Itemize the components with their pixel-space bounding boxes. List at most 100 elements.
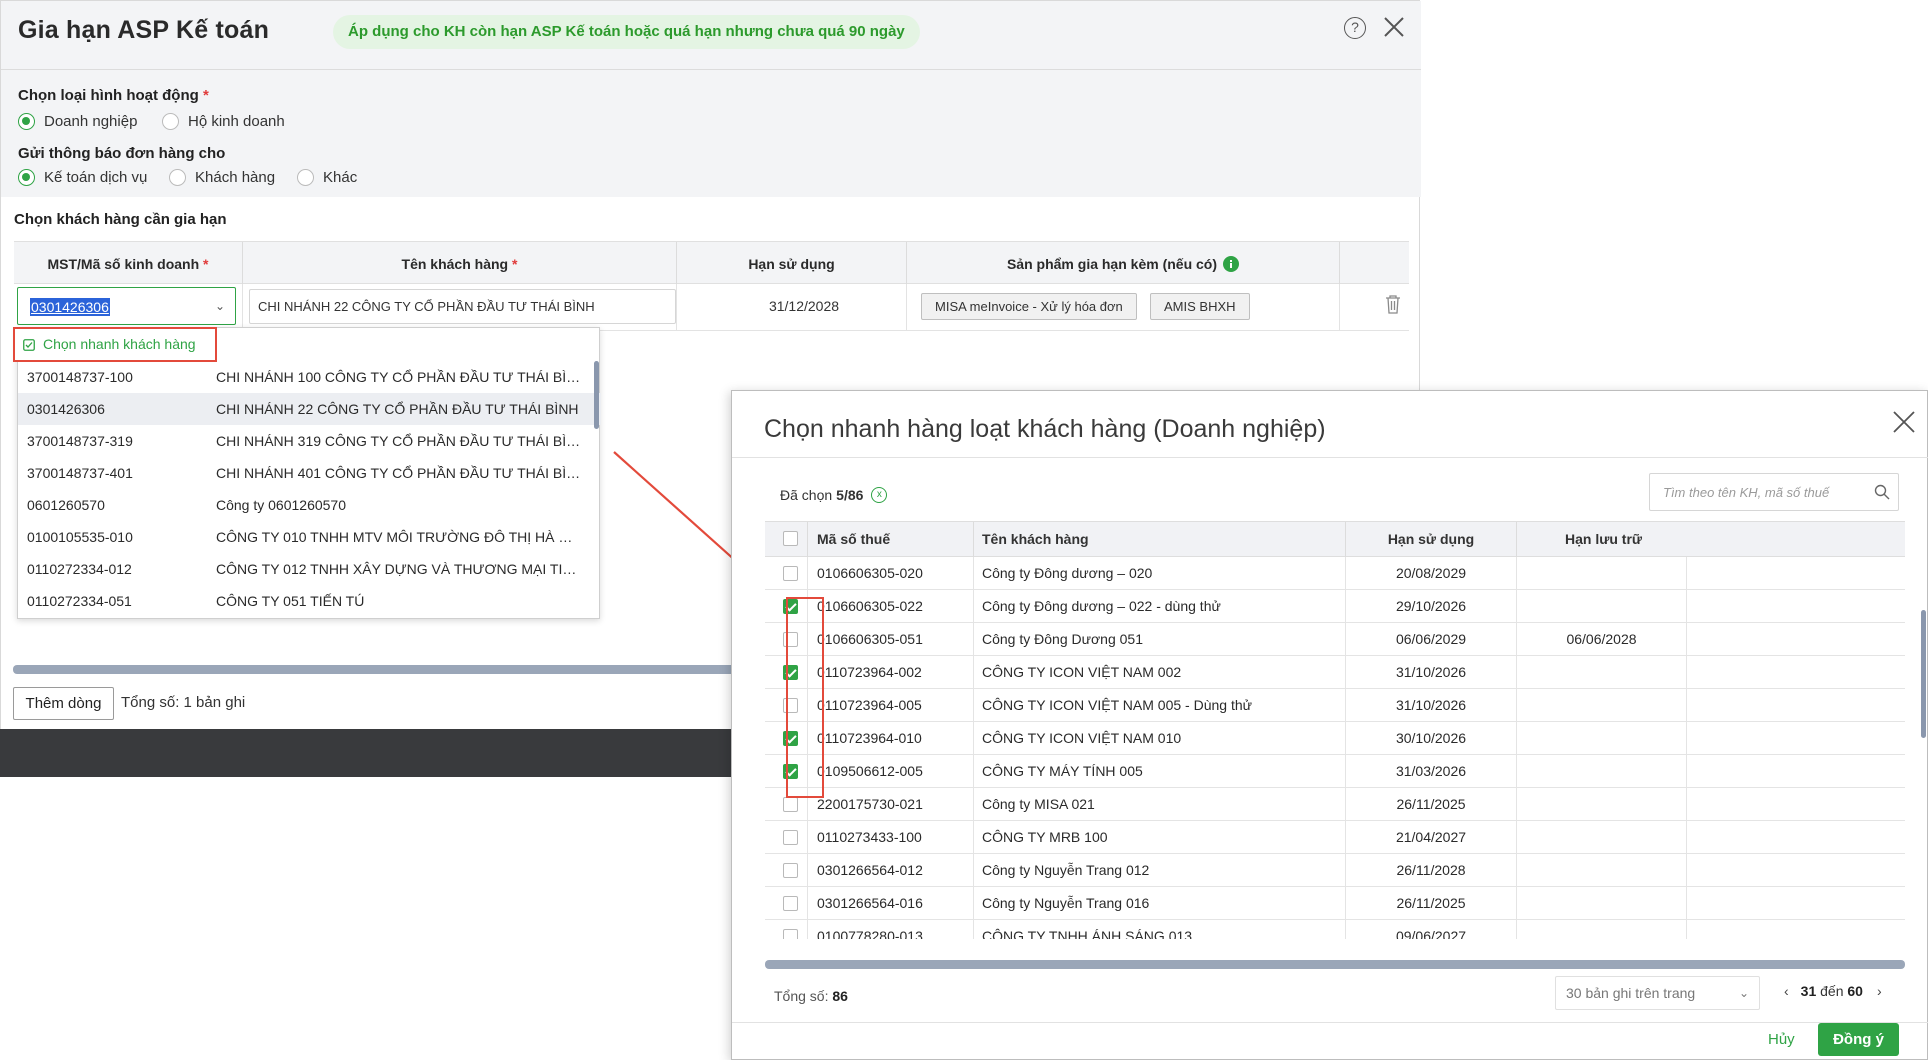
select-all-checkbox[interactable] (783, 531, 798, 546)
notify-label: Gửi thông báo đơn hàng cho (18, 145, 226, 162)
cell-expiry: 31/10/2026 (1346, 689, 1517, 721)
radio-business[interactable]: Doanh nghiệp (18, 113, 137, 130)
cell-storage: 06/06/2028 (1517, 623, 1687, 655)
required-mark: * (203, 255, 209, 272)
ok-button[interactable]: Đồng ý (1818, 1023, 1899, 1056)
page-size-select[interactable]: 30 bản ghi trên trang ⌄ (1555, 976, 1760, 1010)
radio-other[interactable]: Khác (297, 169, 357, 186)
modal-total: Tổng số: 86 (774, 988, 848, 1004)
row-checkbox-cell (765, 920, 808, 939)
cell-customer-name: CÔNG TY ICON VIỆT NAM 010 (974, 722, 1346, 754)
search-icon[interactable] (1874, 484, 1890, 500)
bulk-pick-modal: Chọn nhanh hàng loạt khách hàng (Doanh n… (731, 390, 1928, 1060)
table-row[interactable]: 0110723964-002 CÔNG TY ICON VIỆT NAM 002 3… (765, 656, 1905, 689)
dropdown-item[interactable]: 0601260570 Công ty 0601260570 (18, 489, 601, 521)
table-row[interactable]: 0301266564-012 Công ty Nguyễn Trang 012 26… (765, 854, 1905, 887)
clear-selection-icon[interactable]: x (871, 487, 888, 503)
table-row[interactable]: 0109506612-005 CÔNG TY MÁY TÍNH 005 31/03/… (765, 755, 1905, 788)
table-row[interactable]: 0100778280-013 CÔNG TY TNHH ÁNH SÁNG 013 0… (765, 920, 1905, 939)
col-name-label: Tên khách hàng (401, 255, 509, 272)
cell-expiry: 26/11/2025 (1346, 788, 1517, 820)
cell-tax-code: 0109506612-005 (808, 755, 974, 787)
cancel-button[interactable]: Hủy (1768, 1031, 1795, 1048)
checked-rows-highlight (786, 597, 824, 798)
customer-table: Mã số thuế Tên khách hàng Hạn sử dụng Hạ… (765, 521, 1905, 939)
cell-tax-code: 0110723964-010 (808, 722, 974, 754)
table-row[interactable]: 0301266564-016 Công ty Nguyễn Trang 016 26… (765, 887, 1905, 920)
customer-name-field[interactable]: CHI NHÁNH 22 CÔNG TY CỔ PHẦN ĐẦU TƯ THÁI… (249, 289, 676, 324)
prev-page-icon[interactable]: ‹ (1784, 983, 1789, 999)
table-vertical-scrollbar[interactable] (1921, 610, 1926, 738)
row-checkbox[interactable] (783, 863, 798, 878)
dropdown-scrollbar[interactable] (594, 361, 599, 429)
radio-label: Hộ kinh doanh (188, 113, 285, 130)
radio-customer[interactable]: Khách hàng (169, 169, 275, 186)
activity-type-label: Chọn loại hình hoạt động * (18, 87, 209, 104)
radio-accounting-service[interactable]: Kế toán dịch vụ (18, 169, 147, 186)
item-name: CÔNG TY 051 TIẾN TÚ (216, 593, 365, 609)
add-row-button[interactable]: Thêm dòng (13, 687, 114, 720)
mst-combobox[interactable]: 0301426306 ⌄ (17, 287, 236, 325)
table-row[interactable]: 0110723964-005 CÔNG TY ICON VIỆT NAM 005 … (765, 689, 1905, 722)
dropdown-item[interactable]: 0100105535-010 CÔNG TY 010 TNHH MTV MÔI T… (18, 521, 601, 553)
product-tag[interactable]: MISA meInvoice - Xử lý hóa đơn (921, 293, 1137, 320)
chevron-down-icon[interactable]: ⌄ (215, 299, 225, 313)
header-checkbox-cell (765, 522, 808, 557)
cell-customer-name: CÔNG TY ICON VIỆT NAM 002 (974, 656, 1346, 688)
dropdown-item[interactable]: 3700148737-100 CHI NHÁNH 100 CÔNG TY CỔ P… (18, 361, 601, 393)
trash-icon[interactable] (1385, 294, 1401, 314)
selected-count: Đã chọn 5/86 x (780, 487, 888, 503)
table-horizontal-scrollbar[interactable] (765, 960, 1905, 969)
row-checkbox[interactable] (783, 797, 798, 812)
cell-expiry: 26/11/2028 (1346, 854, 1517, 886)
dropdown-item[interactable]: 0110272334-012 CÔNG TY 012 TNHH XÂY DỰNG … (18, 553, 601, 585)
quick-pick-button[interactable]: Chọn nhanh khách hàng (13, 327, 217, 362)
table-row[interactable]: 0106606305-051 Công ty Đông Dương 051 06/0… (765, 623, 1905, 656)
row-checkbox-cell (765, 557, 808, 589)
divider (732, 1022, 1928, 1023)
row-checkbox-cell (765, 821, 808, 853)
row-checkbox[interactable] (783, 929, 798, 939)
row-checkbox[interactable] (783, 566, 798, 581)
cell-tax-code: 0106606305-020 (808, 557, 974, 589)
product-tag[interactable]: AMIS BHXH (1150, 293, 1250, 320)
item-code: 0601260570 (27, 497, 105, 513)
cell-tax-code: 0301266564-012 (808, 854, 974, 886)
item-code: 3700148737-319 (27, 433, 133, 449)
dropdown-item[interactable]: 3700148737-401 CHI NHÁNH 401 CÔNG TY CỔ P… (18, 457, 601, 489)
cell-expiry: 30/10/2026 (1346, 722, 1517, 754)
required-mark: * (202, 87, 209, 104)
table-row[interactable]: 0106606305-020 Công ty Đông dương – 020 20… (765, 557, 1905, 590)
cell-expiry: 31/10/2026 (1346, 656, 1517, 688)
radio-household[interactable]: Hộ kinh doanh (162, 113, 285, 130)
cell-storage (1517, 590, 1687, 622)
page-from: 31 (1800, 983, 1817, 999)
item-name: CÔNG TY 012 TNHH XÂY DỰNG VÀ THƯƠNG MẠI … (216, 561, 581, 577)
table-row[interactable]: 0110273433-100 CÔNG TY MRB 100 21/04/2027 (765, 821, 1905, 854)
table-row[interactable]: 2200175730-021 Công ty MISA 021 26/11/2025 (765, 788, 1905, 821)
dropdown-item[interactable]: 3700148737-319 CHI NHÁNH 319 CÔNG TY CỔ P… (18, 425, 601, 457)
dropdown-item-selected[interactable]: 0301426306 CHI NHÁNH 22 CÔNG TY CỔ PHẦN Đ… (18, 393, 601, 425)
cell-tax-code: 0110273433-100 (808, 821, 974, 853)
col-customer-name: Tên khách hàng (974, 522, 1346, 557)
help-icon[interactable]: ? (1344, 17, 1366, 39)
cell-storage (1517, 755, 1687, 787)
dropdown-item[interactable]: 0110272334-051 CÔNG TY 051 TIẾN TÚ (18, 585, 601, 617)
table-row[interactable]: 0106606305-022 Công ty Đông dương – 022 -… (765, 590, 1905, 623)
close-icon[interactable] (1382, 15, 1406, 39)
table-row[interactable]: 0110723964-010 CÔNG TY ICON VIỆT NAM 010 3… (765, 722, 1905, 755)
cell-customer-name: CÔNG TY MRB 100 (974, 821, 1346, 853)
item-name: CHI NHÁNH 100 CÔNG TY CỔ PHẦN ĐẦU TƯ THÁ… (216, 369, 581, 385)
col-mst: MST/Mã số kinh doanh * (14, 242, 243, 285)
row-checkbox[interactable] (783, 896, 798, 911)
radio-dot (162, 113, 179, 130)
row-checkbox[interactable] (783, 830, 798, 845)
search-input[interactable] (1651, 475, 1861, 509)
item-code: 3700148737-100 (27, 369, 133, 385)
next-page-icon[interactable]: › (1877, 983, 1882, 999)
item-name: Công ty 0601260570 (216, 497, 346, 513)
cell-tax-code: 2200175730-021 (808, 788, 974, 820)
close-icon[interactable] (1891, 409, 1917, 435)
page-to-label: đến (1820, 983, 1844, 999)
info-icon[interactable] (1223, 255, 1240, 272)
